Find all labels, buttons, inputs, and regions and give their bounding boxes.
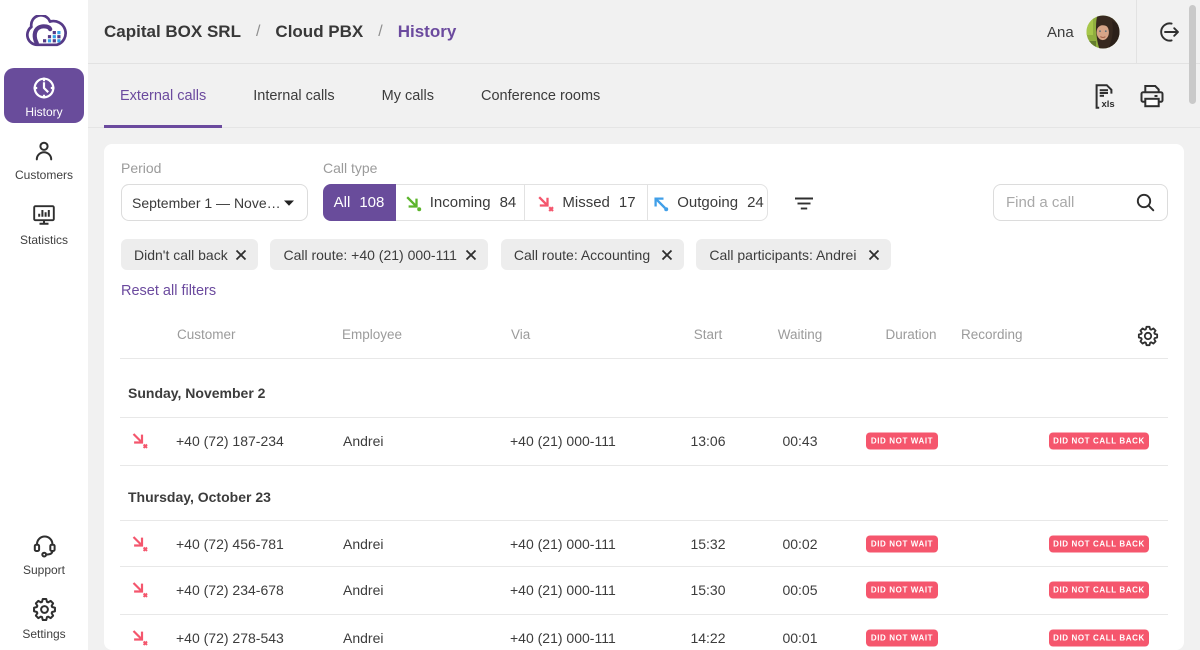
- svg-text:xls: xls: [1102, 99, 1115, 110]
